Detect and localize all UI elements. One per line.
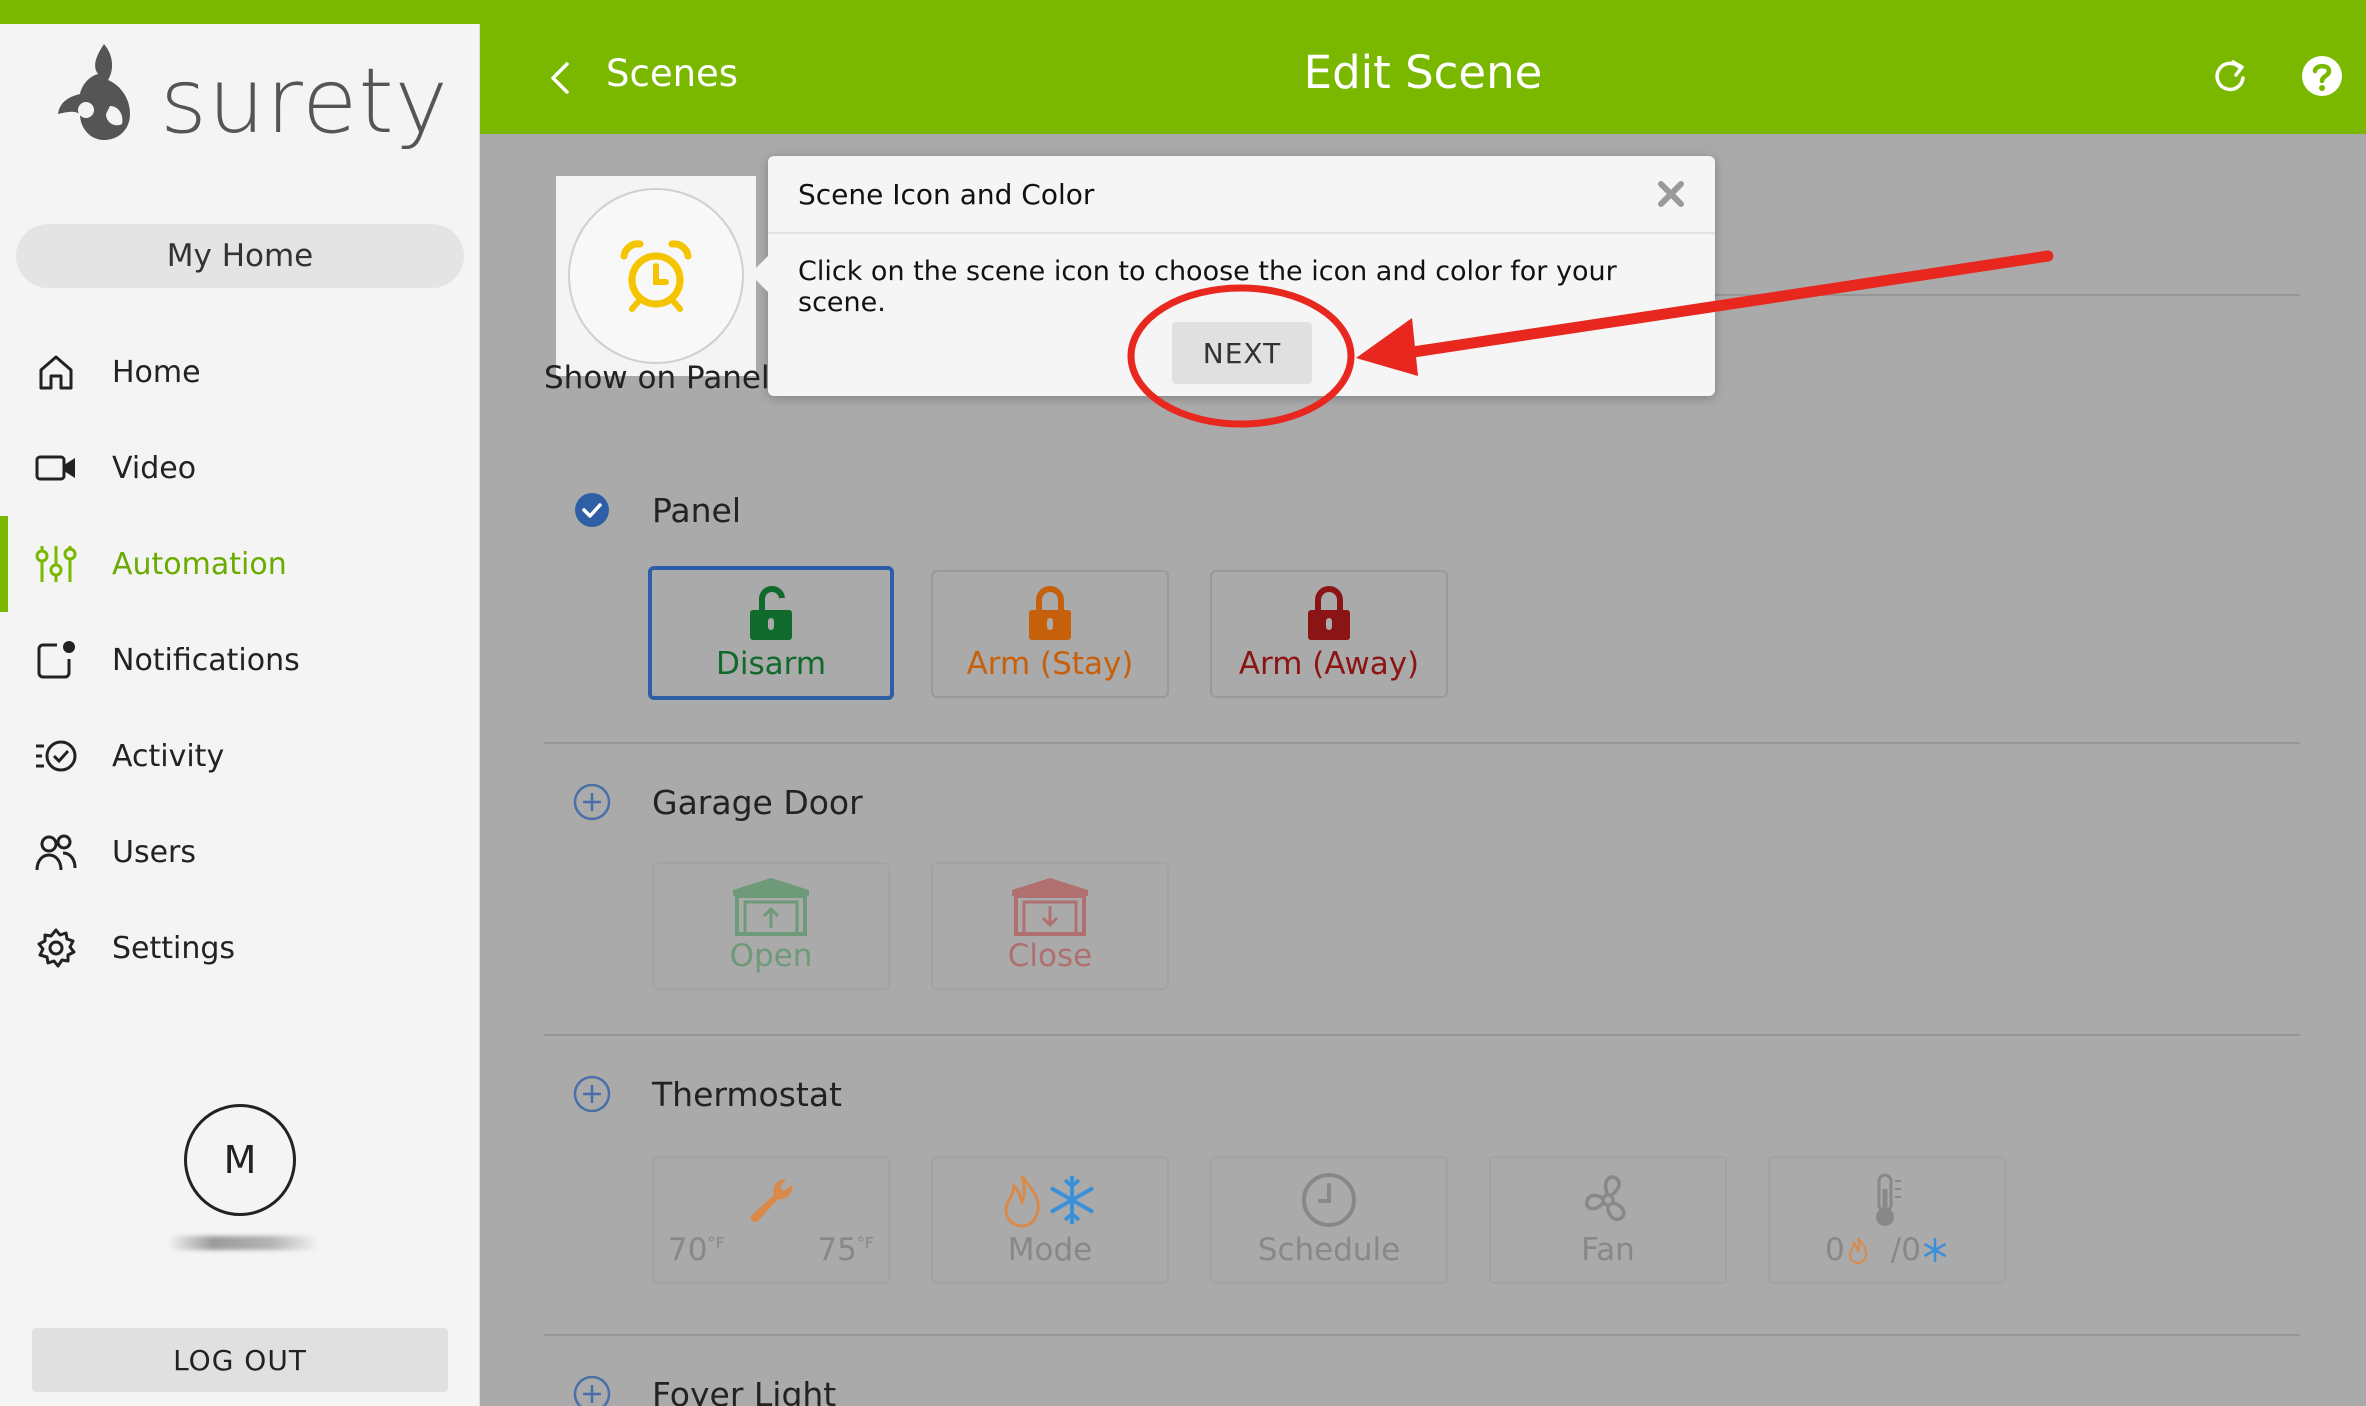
app-header: Scenes Edit Scene [480,24,2366,134]
action-label: Mode [1007,1232,1093,1268]
sidebar-item-automation[interactable]: Automation [0,516,480,612]
action-label: Close [1007,938,1093,974]
sidebar-item-label: Video [112,450,197,486]
location-selector[interactable]: My Home [16,224,464,288]
home-icon [34,350,78,394]
sidebar-item-label: Automation [112,546,287,582]
alarm-clock-icon [620,240,692,312]
padlock-icon [1306,584,1352,644]
wrench-icon [746,1170,796,1230]
section-thermostat-header[interactable]: Thermostat [572,1074,842,1114]
panel-action-arm-away[interactable]: Arm (Away) [1210,570,1448,698]
garage-action-close[interactable]: Close [931,862,1169,990]
section-foyer-light-header[interactable]: Foyer Light [572,1374,836,1406]
logo-wordmark: surety [160,48,449,154]
sidebar-item-settings[interactable]: Settings [0,900,480,996]
activity-icon [34,734,78,778]
garage-close-icon [1010,876,1090,936]
divider [544,1334,2300,1336]
divider [1690,294,2300,296]
video-camera-icon [34,446,78,490]
flame-icon [1848,1237,1867,1264]
top-accent-bar [0,0,2366,24]
popover-close-button[interactable] [1651,174,1691,214]
snowflake-icon [1923,1238,1947,1262]
close-icon [1658,181,1684,207]
user-avatar[interactable]: M [184,1104,296,1216]
section-panel-header[interactable]: Panel [572,490,741,530]
action-label: Disarm [715,646,827,682]
sidebar-item-label: Users [112,834,197,870]
popover-body: Click on the scene icon to choose the ic… [798,256,1617,318]
garage-open-icon [731,876,811,936]
action-label: Fan [1581,1232,1635,1268]
section-title: Thermostat [652,1074,842,1114]
scene-icon-picker[interactable] [556,176,756,376]
help-button[interactable] [2292,46,2352,106]
panel-action-disarm[interactable]: Disarm [648,566,894,700]
unlocked-padlock-icon [748,584,794,644]
page-title: Edit Scene [1303,46,1543,99]
sidebar-item-label: Settings [112,930,236,966]
section-title: Foyer Light [652,1374,837,1406]
sidebar-item-video[interactable]: Video [0,420,480,516]
flame-icon [1004,1175,1040,1228]
thermostat-fan-tile[interactable]: Fan [1489,1156,1727,1284]
section-title: Panel [652,490,742,530]
clock-icon [1300,1170,1358,1230]
sidebar-item-label: Home [112,354,201,390]
heat-setpoint: 70°F [668,1232,725,1268]
plus-circle-icon[interactable] [572,1074,612,1114]
surety-mascot-icon [58,44,130,140]
panel-action-arm-stay[interactable]: Arm (Stay) [931,570,1169,698]
action-label: Arm (Away) [1238,646,1420,682]
sidebar: surety My Home Home Video Automation Not… [0,24,480,1406]
notification-icon [34,638,78,682]
show-on-panel-label[interactable]: Show on Panel [544,360,770,396]
next-button[interactable]: NEXT [1172,322,1312,384]
section-garage-header[interactable]: Garage Door [572,782,863,822]
thermometer-icon [1867,1170,1907,1230]
action-label: Open [729,938,813,974]
onboarding-popover: Scene Icon and Color Click on the scene … [750,156,1715,396]
surety-logo[interactable]: surety [52,36,449,156]
divider [544,1034,2300,1036]
thermostat-offset-tile[interactable]: 0 /0 [1768,1156,2006,1284]
plus-circle-icon[interactable] [572,782,612,822]
section-title: Garage Door [652,782,863,822]
plus-circle-icon[interactable] [572,1374,612,1406]
refresh-icon [2215,60,2245,92]
divider [544,742,2300,744]
garage-action-open[interactable]: Open [652,862,890,990]
thermostat-schedule-tile[interactable]: Schedule [1210,1156,1448,1284]
help-icon [2302,56,2342,96]
fan-icon [1579,1170,1637,1230]
refresh-button[interactable] [2200,46,2260,106]
padlock-icon [1027,584,1073,644]
cool-setpoint: 75°F [817,1232,874,1268]
sliders-icon [34,542,78,586]
gear-icon [34,926,78,970]
heat-offset: 0 [1825,1232,1845,1268]
sidebar-item-label: Notifications [112,642,300,678]
logout-button[interactable]: LOG OUT [32,1328,448,1392]
user-name-redacted [168,1236,318,1250]
action-label: Schedule [1257,1232,1401,1268]
sidebar-nav: Home Video Automation Notifications Acti… [0,324,480,996]
scene-icon-circle[interactable] [568,188,744,364]
snowflake-icon [1050,1176,1094,1224]
sidebar-item-notifications[interactable]: Notifications [0,612,480,708]
checked-circle-icon[interactable] [572,490,612,530]
cool-offset: /0 [1890,1232,1921,1268]
sidebar-item-activity[interactable]: Activity [0,708,480,804]
sidebar-item-label: Activity [112,738,225,774]
thermostat-setpoint-tile[interactable]: 70°F 75°F [652,1156,890,1284]
thermostat-mode-tile[interactable]: Mode [931,1156,1169,1284]
popover-title: Scene Icon and Color [798,177,1095,211]
users-icon [34,830,78,874]
sidebar-item-home[interactable]: Home [0,324,480,420]
sidebar-item-users[interactable]: Users [0,804,480,900]
popover-header: Scene Icon and Color [768,156,1715,234]
action-label: Arm (Stay) [966,646,1134,682]
